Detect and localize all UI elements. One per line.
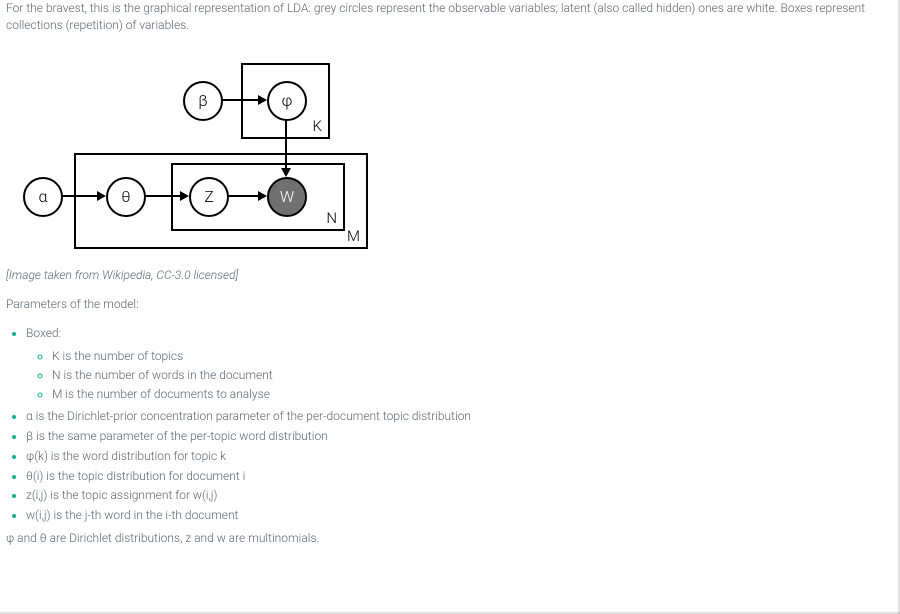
intro-paragraph: For the bravest, this is the graphical r… (6, 0, 894, 35)
node-theta: θ (106, 177, 146, 217)
arrow-theta-z (144, 195, 182, 197)
list-item: θ(i) is the topic distribution for docum… (26, 467, 894, 487)
node-phi: φ (267, 81, 307, 121)
list-item: φ(k) is the word distribution for topic … (26, 447, 894, 467)
list-item: z(i,j) is the topic assignment for w(i,j… (26, 486, 894, 506)
node-w: W (267, 177, 307, 217)
arrow-z-w (227, 195, 260, 197)
list-item: w(i,j) is the j-th word in the i-th docu… (26, 506, 894, 526)
boxed-sublist: K is the number of topics N is the numbe… (26, 347, 894, 403)
list-item: β is the same parameter of the per-topic… (26, 427, 894, 447)
plate-N-label: N (326, 209, 337, 227)
list-item: α is the Dirichlet-prior concentration p… (26, 407, 894, 427)
arrow-beta-phi (221, 99, 260, 101)
node-alpha: α (23, 177, 63, 217)
lda-plate-diagram: K M N α θ Z W β φ (11, 53, 391, 253)
closing-paragraph: φ and θ are Dirichlet distributions, z a… (6, 530, 894, 547)
parameters-list: Boxed: K is the number of topics N is th… (6, 324, 894, 526)
plate-M-label: M (347, 227, 360, 245)
arrow-alpha-theta (61, 195, 99, 197)
arrow-phi-w (285, 119, 287, 169)
list-item: N is the number of words in the document (52, 366, 894, 385)
node-z: Z (189, 177, 229, 217)
node-beta: β (183, 81, 223, 121)
list-item: M is the number of documents to analyse (52, 385, 894, 404)
image-caption: [Image taken from Wikipedia, CC-3.0 lice… (6, 267, 894, 284)
list-item-boxed: Boxed: K is the number of topics N is th… (26, 324, 894, 404)
plate-K-label: K (313, 117, 322, 135)
parameters-heading: Parameters of the model: (6, 296, 894, 313)
list-item: K is the number of topics (52, 347, 894, 366)
